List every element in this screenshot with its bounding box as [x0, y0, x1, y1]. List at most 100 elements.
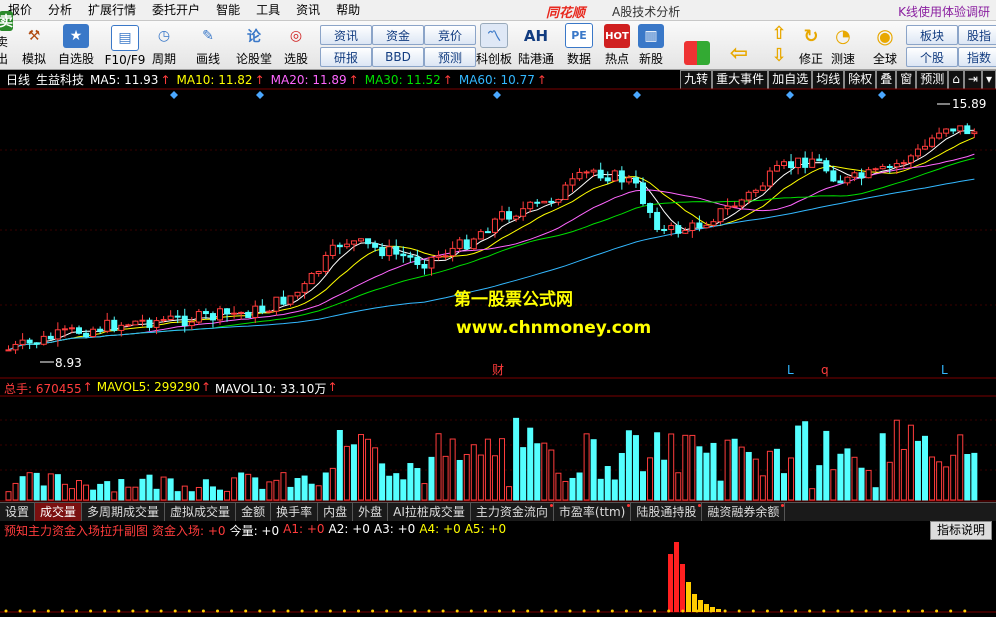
volume-bar [231, 477, 238, 501]
indicator-dot [455, 609, 459, 613]
candle-body [788, 161, 795, 169]
volume-bar [97, 483, 104, 501]
candle-body [393, 246, 400, 255]
volume-bar [590, 439, 597, 501]
volume-bar [957, 434, 964, 501]
candle-body [68, 327, 75, 330]
l-marker-2[interactable]: L [941, 363, 948, 377]
candle-body [837, 180, 844, 184]
volume-bar [625, 430, 632, 501]
volume-bar [795, 425, 802, 501]
volume-bar [900, 448, 907, 501]
volume-bar [484, 438, 491, 501]
candle-body [449, 247, 456, 257]
l-marker-1[interactable]: L [787, 363, 794, 377]
candle-body [47, 335, 54, 340]
volume-bar [386, 475, 393, 501]
candle-body [879, 165, 886, 170]
volume-bar [111, 491, 118, 501]
volume-bar [146, 474, 153, 501]
volume-bar [188, 491, 195, 501]
volume-bar [491, 455, 498, 501]
volume-bar [893, 419, 900, 501]
tab-amount[interactable]: 金额 [236, 503, 272, 521]
tab-connect-holding[interactable]: 陆股通持股 [631, 503, 703, 521]
q-marker[interactable]: q [821, 363, 829, 377]
volume-bar [280, 472, 287, 501]
volume-bar [407, 463, 414, 501]
candle-body [111, 319, 118, 331]
candle-body [90, 328, 97, 338]
tab-multi-period-volume[interactable]: 多周期成交量 [82, 503, 166, 521]
indicator-dot [935, 609, 939, 613]
tab-volume[interactable]: 成交量 [35, 503, 83, 521]
tab-main-fund-flow[interactable]: 主力资金流向 [471, 503, 554, 521]
candle-body [294, 291, 301, 297]
tab-settings[interactable]: 设置 [0, 503, 36, 521]
volume-bar [738, 446, 745, 501]
volume-bar [372, 447, 379, 501]
volume-bar [5, 491, 12, 501]
volume-bar [809, 488, 816, 501]
volume-bar [259, 488, 266, 501]
volume-bar [19, 476, 26, 501]
indicator-dot [314, 609, 318, 613]
indicator-dot [681, 609, 685, 613]
total-volume: 总手: 670455 [4, 382, 82, 396]
candle-body [597, 169, 604, 179]
tab-margin-balance[interactable]: 融资融券余额 [702, 503, 786, 521]
tab-outer[interactable]: 外盘 [353, 503, 389, 521]
tab-ai-volume[interactable]: AI拉桩成交量 [388, 503, 471, 521]
candle-body [668, 225, 675, 230]
tab-pe-ttm[interactable]: 市盈率(ttm) [554, 503, 632, 521]
candle-body [421, 263, 428, 269]
candle-body [224, 308, 231, 315]
volume-bar [766, 450, 773, 501]
volume-bar [879, 433, 886, 501]
volume-bar [929, 456, 936, 501]
candle-body [414, 256, 421, 265]
volume-bar [717, 480, 724, 501]
volume-bar [618, 452, 625, 501]
candle-body [463, 239, 470, 250]
indicator-dot [554, 609, 558, 613]
candle-body [252, 305, 259, 318]
volume-bar [202, 479, 209, 501]
indicator-explain-button[interactable]: 指标说明 [929, 521, 992, 540]
indicator-dot [159, 609, 163, 613]
event-diamond-icon [493, 91, 501, 99]
indicator-bar [686, 582, 691, 612]
financial-marker[interactable]: 财 [492, 363, 504, 377]
indicator-dot [751, 609, 755, 613]
candle-body [407, 255, 414, 258]
volume-bar [583, 433, 590, 501]
indicator-dot [46, 609, 50, 613]
candle-body [33, 342, 40, 345]
tab-inner[interactable]: 内盘 [318, 503, 354, 521]
indicator-dot [512, 609, 516, 613]
candle-body [499, 211, 505, 220]
volume-bar [414, 468, 421, 501]
tab-turnover[interactable]: 换手率 [271, 503, 319, 521]
indicator-dot [187, 609, 191, 613]
volume-bar [668, 433, 675, 501]
indicator-dot [173, 609, 177, 613]
candle-body [245, 311, 252, 318]
tab-virtual-volume[interactable]: 虚拟成交量 [165, 503, 237, 521]
volume-info-bar: 总手: 670455 ↑ MAVOL5: 299290 ↑ MAVOL10: 33.… [0, 380, 338, 396]
candle-body [604, 177, 611, 182]
indicator-dot [328, 609, 332, 613]
candle-body [802, 157, 809, 168]
qty-value: 今量: +0 [229, 524, 280, 538]
indicator-dot [300, 609, 304, 613]
ma-line [8, 129, 975, 351]
volume-bar [823, 430, 830, 501]
volume-bar [160, 476, 167, 501]
candle-body [971, 131, 978, 135]
candle-body [618, 170, 625, 183]
volume-bar [322, 472, 329, 501]
indicator-dot [540, 609, 544, 613]
candle-body [858, 172, 865, 179]
indicator-dot [808, 609, 812, 613]
candle-body [682, 230, 689, 234]
